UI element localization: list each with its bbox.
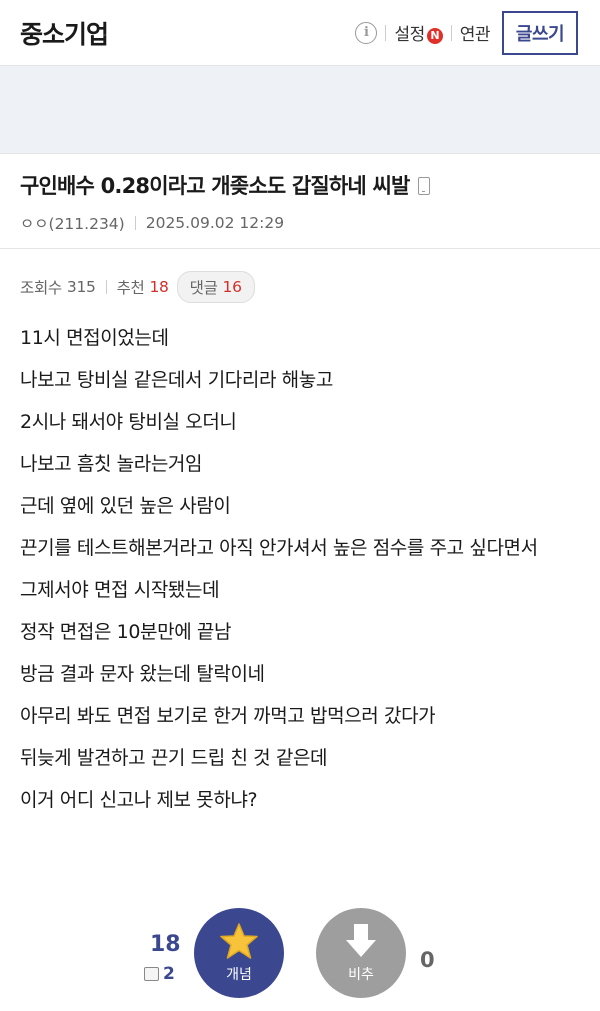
post-title: 구인배수 0.28이라고 개좆소도 갑질하네 씨발 — [20, 170, 580, 202]
content-line: 11시 면접이었는데 — [20, 327, 169, 349]
views-label: 조회수 — [20, 279, 62, 297]
new-badge: N — [426, 27, 443, 44]
comments-button[interactable]: 댓글 16 — [176, 271, 255, 303]
content-line: 아무리 봐도 면접 보기로 한거 까먹고 밥먹으러 갔다가 — [20, 705, 436, 727]
write-button[interactable]: 글쓰기 — [502, 10, 578, 55]
divider — [450, 24, 452, 41]
post-content: 11시 면접이었는데 나보고 탕비실 같은데서 기다리라 해놓고 2시나 돼서야… — [0, 303, 600, 821]
downvote-button[interactable]: 비추 — [316, 908, 406, 998]
upvote-label: 개념 — [226, 967, 252, 983]
content-line: 나보고 탕비실 같은데서 기다리라 해놓고 — [20, 369, 333, 391]
post-author[interactable]: ㅇㅇ(211.234) — [20, 212, 125, 234]
fixed-user-icon — [144, 967, 159, 981]
comments-label: 댓글 — [189, 279, 218, 297]
mobile-icon — [417, 177, 430, 195]
divider — [105, 280, 107, 294]
post-meta: ㅇㅇ(211.234) 2025.09.02 12:29 — [20, 212, 580, 234]
content-line: 2시나 돼서야 탕비실 오더니 — [20, 411, 237, 433]
vote-area: 18 2 개념 비추 0 — [0, 908, 600, 1000]
fixed-user-count-value: 2 — [163, 964, 175, 984]
app-header: 중소기업 i 설정 N 연관 글쓰기 — [0, 0, 600, 66]
content-line: 그제서야 면접 시작됐는데 — [20, 579, 220, 601]
content-line: 이거 어디 신고나 제보 못하냐? — [20, 789, 258, 811]
content-line: 정작 면접은 10분만에 끝남 — [20, 621, 232, 643]
star-icon — [220, 923, 258, 959]
header-actions: i 설정 N 연관 글쓰기 — [355, 10, 578, 55]
down-arrow-icon — [346, 924, 376, 957]
settings-link[interactable]: 설정 N — [394, 20, 443, 45]
comments-count: 16 — [222, 278, 242, 296]
views-count: 315 — [66, 278, 96, 296]
downvote-count: 0 — [420, 948, 435, 972]
content-line: 끈기를 테스트해본거라고 아직 안가셔서 높은 점수를 주고 싶다면서 — [20, 537, 538, 559]
settings-label: 설정 — [394, 25, 425, 45]
recommend-count: 18 — [149, 278, 169, 296]
post-date: 2025.09.02 12:29 — [145, 214, 285, 232]
downvote-label: 비추 — [348, 967, 374, 983]
info-icon[interactable]: i — [355, 21, 378, 44]
content-line: 근데 옆에 있던 높은 사람이 — [20, 495, 231, 517]
fixed-user-count: 2 — [144, 964, 175, 984]
content-line: 방금 결과 문자 왔는데 탈락이네 — [20, 663, 265, 685]
content-line: 뒤늦게 발견하고 끈기 드립 친 것 같은데 — [20, 747, 328, 769]
content-line: 나보고 흠칫 놀라는거임 — [20, 453, 203, 475]
ad-banner-area — [0, 66, 600, 154]
post-title-text: 구인배수 0.28이라고 개좆소도 갑질하네 씨발 — [20, 174, 410, 198]
divider — [134, 216, 136, 230]
gallery-title[interactable]: 중소기업 — [20, 15, 355, 51]
upvote-count: 18 — [150, 932, 181, 957]
divider — [385, 24, 387, 41]
upvote-button[interactable]: 개념 — [194, 908, 284, 998]
post-header: 구인배수 0.28이라고 개좆소도 갑질하네 씨발 ㅇㅇ(211.234) 20… — [0, 154, 600, 249]
recommend-label: 추천 — [116, 279, 145, 297]
post-stats: 조회수 315 추천 18 댓글 16 — [0, 249, 600, 303]
related-link[interactable]: 연관 — [460, 20, 491, 45]
